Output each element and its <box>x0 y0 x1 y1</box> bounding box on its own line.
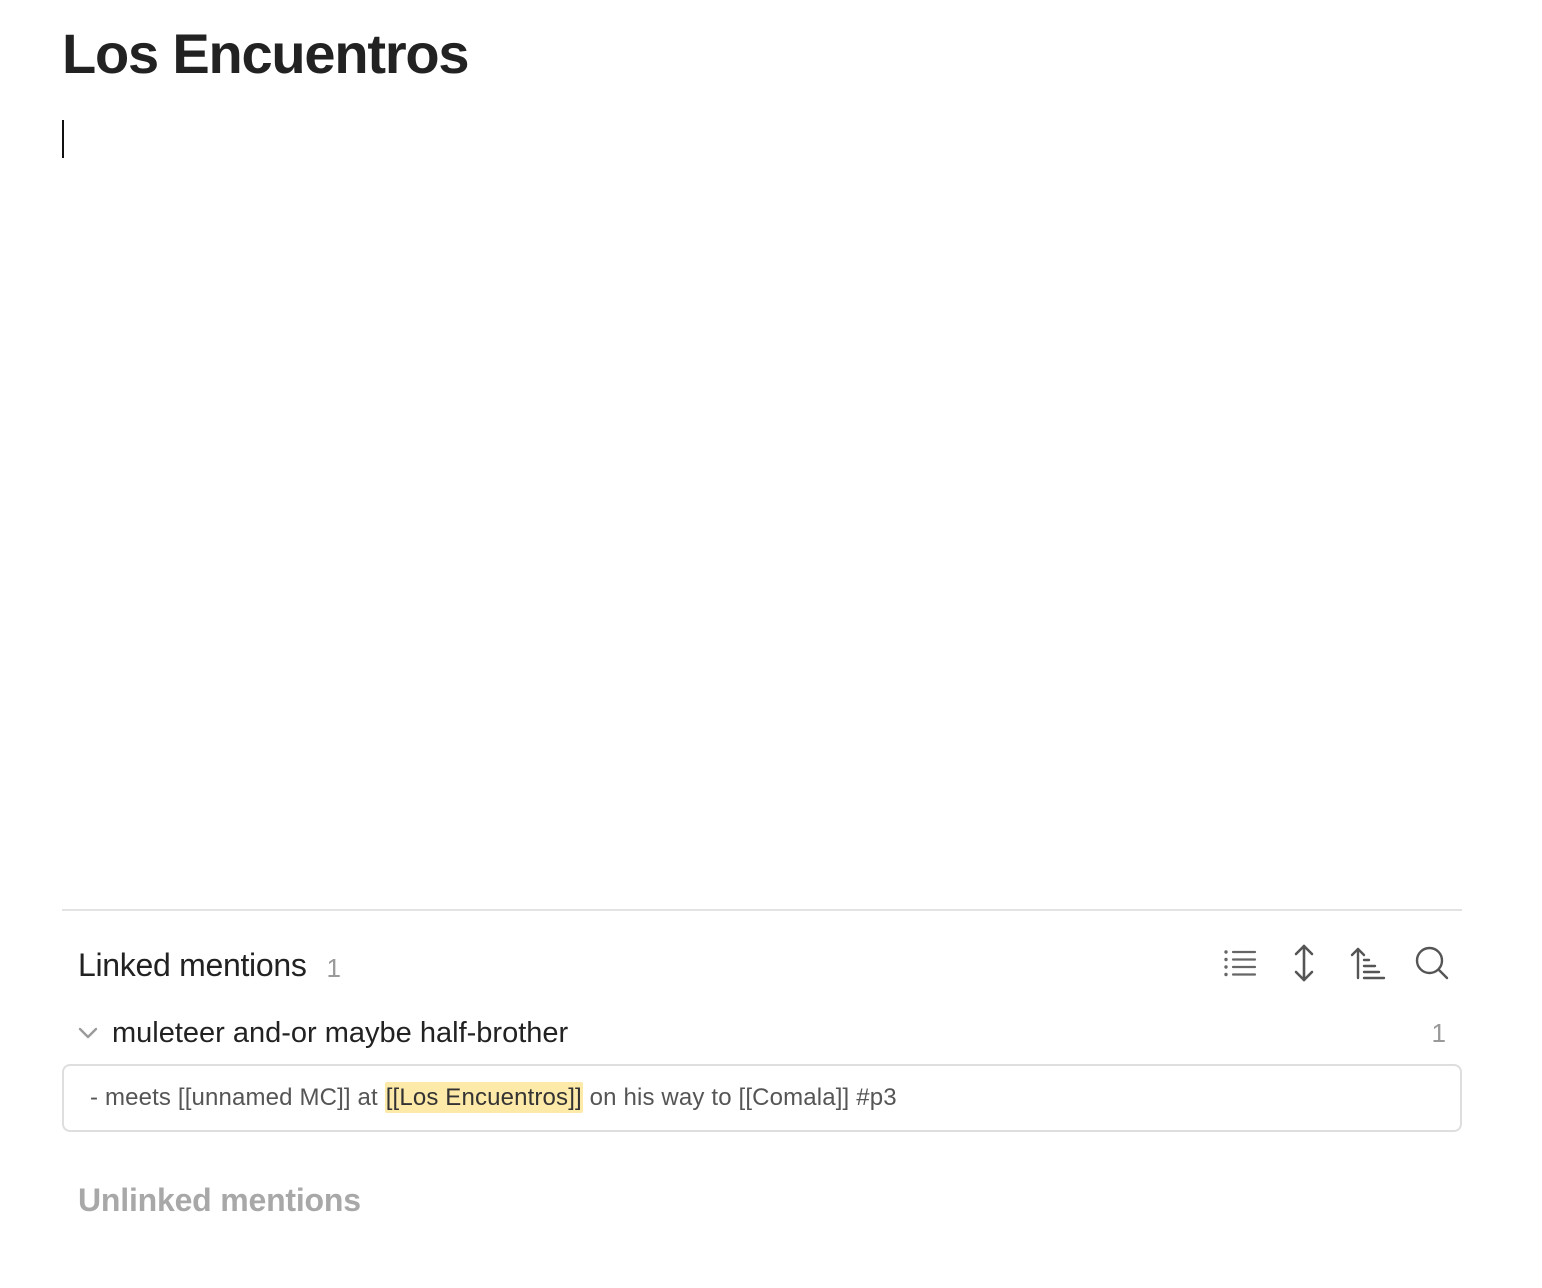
expand-collapse-icon <box>1286 943 1322 983</box>
mention-group-row[interactable]: muleteer and-or maybe half-brother 1 <box>78 1010 1462 1056</box>
linked-mentions-header: Linked mentions 1 <box>78 940 341 990</box>
mention-group-count: 1 <box>1431 1018 1446 1048</box>
linked-mentions-toolbar <box>1216 940 1456 986</box>
search-icon <box>1414 945 1450 981</box>
sort-button[interactable] <box>1344 940 1392 986</box>
chevron-down-icon[interactable] <box>78 1023 98 1043</box>
mention-text: - meets [[unnamed MC]] at [[Los Encuentr… <box>90 1082 897 1113</box>
expand-collapse-button[interactable] <box>1280 940 1328 986</box>
mention-text-after: on his way to [[Comala]] #p3 <box>582 1084 897 1111</box>
highlighted-page-link[interactable]: [[Los Encuentros]] <box>384 1082 583 1113</box>
mention-text-before: - meets [[unnamed MC]] at <box>90 1084 385 1111</box>
note-editor[interactable] <box>62 118 1462 818</box>
page-title[interactable]: Los Encuentros <box>62 18 470 90</box>
linked-mentions-title: Linked mentions <box>78 946 307 983</box>
mention-block[interactable]: - meets [[unnamed MC]] at [[Los Encuentr… <box>62 1064 1462 1132</box>
linked-mentions-count: 1 <box>326 952 342 983</box>
unlinked-mentions-toggle[interactable]: Unlinked mentions <box>78 1182 361 1219</box>
list-view-button[interactable] <box>1216 940 1264 986</box>
mention-group-label[interactable]: muleteer and-or maybe half-brother <box>112 1017 568 1050</box>
sort-icon <box>1350 945 1386 981</box>
text-cursor <box>62 120 64 158</box>
section-divider <box>62 909 1462 911</box>
search-mentions-button[interactable] <box>1408 940 1456 986</box>
list-icon <box>1222 945 1258 981</box>
